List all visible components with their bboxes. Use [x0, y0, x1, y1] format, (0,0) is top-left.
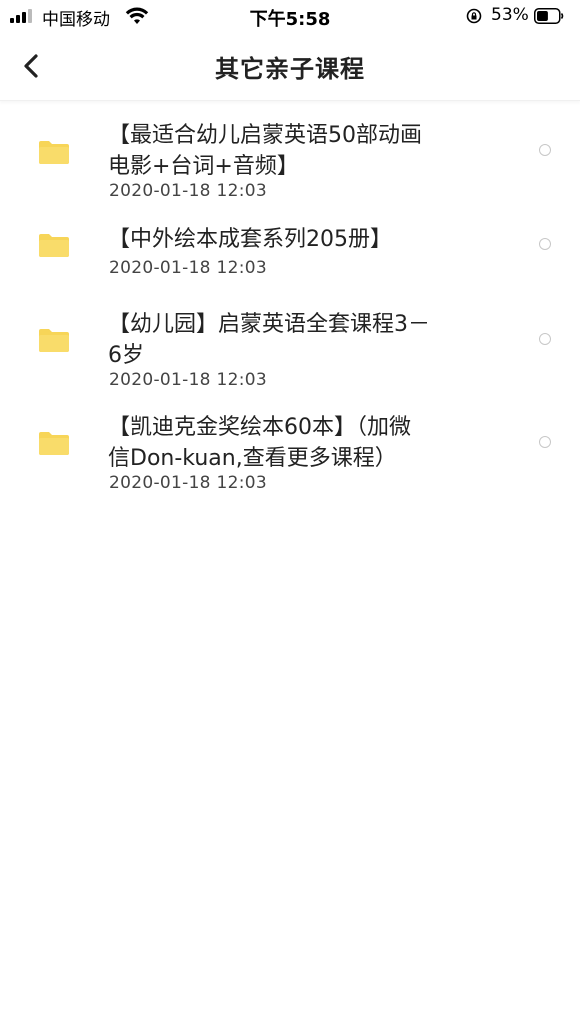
list-item[interactable]: 【中外绘本成套系列205册】 2020-01-18 12:03 [0, 224, 580, 284]
item-title: 【幼儿园】启蒙英语全套课程3－ 6岁 [108, 312, 430, 368]
item-title: 【凯迪克金奖绘本60本】（加微 信Don-kuan,查看更多课程） [108, 415, 411, 471]
select-radio[interactable] [539, 436, 551, 448]
folder-icon [39, 141, 69, 164]
page-title: 其它亲子课程 [215, 55, 365, 83]
folder-icon [39, 329, 69, 352]
select-radio[interactable] [539, 144, 551, 156]
item-date: 2020-01-18 12:03 [109, 181, 267, 201]
item-title: 【最适合幼儿启蒙英语50部动画 电影+台词+音频】 [108, 123, 422, 179]
item-date: 2020-01-18 12:03 [109, 258, 267, 278]
battery-icon [534, 8, 564, 24]
list-item[interactable]: 【最适合幼儿启蒙英语50部动画 电影+台词+音频】 2020-01-18 12:… [0, 120, 580, 210]
list-item[interactable]: 【幼儿园】启蒙英语全套课程3－ 6岁 2020-01-18 12:03 [0, 309, 580, 394]
folder-icon [39, 234, 69, 257]
list-item[interactable]: 【凯迪克金奖绘本60本】（加微 信Don-kuan,查看更多课程） 2020-0… [0, 412, 580, 497]
folder-icon [39, 432, 69, 455]
navigation-bar: 其它亲子课程 [0, 32, 580, 101]
item-date: 2020-01-18 12:03 [109, 473, 267, 493]
item-date: 2020-01-18 12:03 [109, 370, 267, 390]
item-title: 【中外绘本成套系列205册】 [108, 227, 392, 252]
rotation-lock-icon [466, 8, 482, 24]
status-bar: 中国移动 下午5:58 53% [0, 0, 580, 32]
battery-percentage: 53% [491, 5, 529, 25]
select-radio[interactable] [539, 333, 551, 345]
select-radio[interactable] [539, 238, 551, 250]
